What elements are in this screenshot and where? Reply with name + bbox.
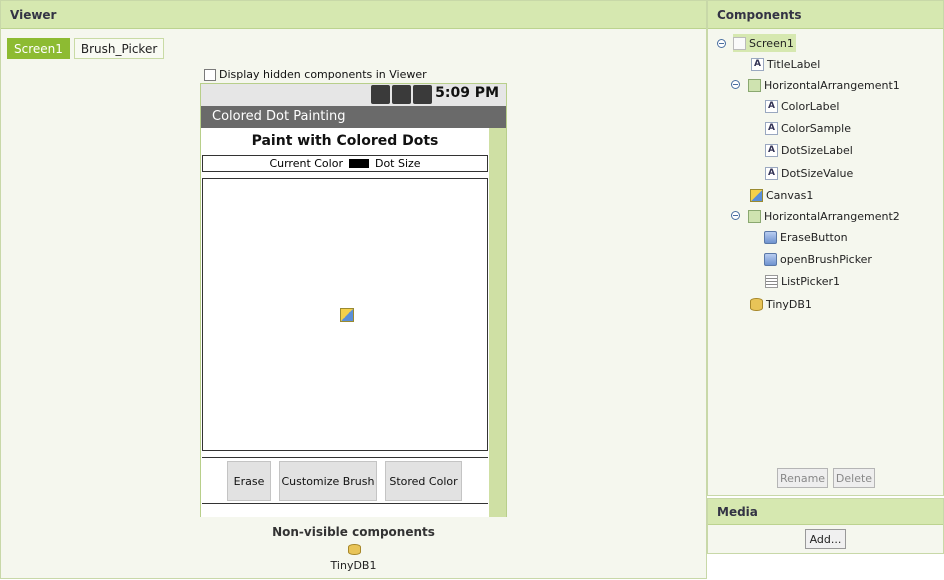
tab-screen1[interactable]: Screen1 xyxy=(7,38,70,59)
label-icon: A xyxy=(765,166,778,180)
tree-label: Screen1 xyxy=(749,36,794,50)
app-title-bar: Colored Dot Painting xyxy=(201,106,506,128)
color-sample[interactable] xyxy=(348,159,369,168)
tree-node-dotsizelabel[interactable]: A DotSizeLabel xyxy=(765,141,853,159)
screen-icon xyxy=(733,36,746,50)
erase-button[interactable]: Erase xyxy=(227,461,271,501)
status-time: 5:09 PM xyxy=(435,85,499,101)
tree-label: openBrushPicker xyxy=(780,252,872,266)
horizontal-arrangement-2[interactable]: Erase Customize Brush Stored Color xyxy=(202,457,488,504)
collapse-harr2-icon[interactable] xyxy=(731,211,740,220)
tree-label: Canvas1 xyxy=(766,188,814,202)
components-panel: Components xyxy=(707,0,944,496)
label-icon: A xyxy=(765,143,778,157)
canvas-icon xyxy=(750,188,763,202)
canvas-1[interactable] xyxy=(202,178,488,451)
screen-tabs: Screen1 Brush_Picker xyxy=(7,38,165,59)
tree-label: EraseButton xyxy=(780,230,848,244)
media-header: Media xyxy=(708,499,943,525)
tree-label: HorizontalArrangement1 xyxy=(764,78,900,92)
tree-node-horizontalarrangement1[interactable]: HorizontalArrangement1 xyxy=(748,76,900,94)
viewer-header: Viewer xyxy=(1,1,706,29)
tinydb-icon[interactable] xyxy=(348,544,361,555)
collapse-harr1-icon[interactable] xyxy=(731,80,740,89)
tree-node-screen1[interactable]: Screen1 xyxy=(733,34,796,52)
tree-node-openbrushpicker[interactable]: openBrushPicker xyxy=(764,250,872,268)
collapse-screen1-icon[interactable] xyxy=(717,39,726,48)
tree-node-colorlabel[interactable]: A ColorLabel xyxy=(765,97,839,115)
status-icons xyxy=(371,85,432,104)
tree-label: TitleLabel xyxy=(767,57,821,71)
tree-label: ListPicker1 xyxy=(781,274,840,288)
customize-brush-button[interactable]: Customize Brush xyxy=(279,461,377,501)
tree-node-dotsizevalue[interactable]: A DotSizeValue xyxy=(765,164,853,182)
tab-brush-picker[interactable]: Brush_Picker xyxy=(73,38,165,59)
tree-node-colorsample[interactable]: A ColorSample xyxy=(765,119,851,137)
screen-scroll-strip xyxy=(489,128,506,517)
non-visible-tinydb-label[interactable]: TinyDB1 xyxy=(200,559,507,572)
signal-strength-icon xyxy=(392,85,411,104)
status-bar: 5:09 PM xyxy=(201,84,506,106)
screen-body: Paint with Colored Dots Current Color Do… xyxy=(201,128,489,517)
phone-preview: 5:09 PM Colored Dot Painting Paint with … xyxy=(200,83,507,517)
button-icon xyxy=(764,252,777,266)
canvas-icon xyxy=(340,308,354,322)
tree-label: ColorLabel xyxy=(781,99,840,113)
display-hidden-toggle[interactable]: Display hidden components in Viewer xyxy=(204,68,427,81)
non-visible-components-title: Non-visible components xyxy=(272,525,435,539)
tree-node-erasebutton[interactable]: EraseButton xyxy=(764,228,848,246)
dot-size-label[interactable]: Dot Size xyxy=(375,157,421,170)
display-hidden-checkbox[interactable] xyxy=(204,68,216,81)
title-label[interactable]: Paint with Colored Dots xyxy=(201,133,489,149)
tree-node-titlelabel[interactable]: A TitleLabel xyxy=(751,55,820,73)
components-header: Components xyxy=(708,1,943,29)
display-hidden-label: Display hidden components in Viewer xyxy=(219,68,427,81)
listpicker-icon xyxy=(765,274,778,288)
tree-label: DotSizeValue xyxy=(781,166,854,180)
battery-icon xyxy=(413,85,432,104)
tree-label: HorizontalArrangement2 xyxy=(764,209,900,223)
label-icon: A xyxy=(765,121,778,135)
label-icon: A xyxy=(751,57,764,71)
tree-node-tinydb1[interactable]: TinyDB1 xyxy=(750,295,812,313)
color-label[interactable]: Current Color xyxy=(269,157,343,170)
horizontal-arrangement-1[interactable]: Current Color Dot Size xyxy=(202,155,488,172)
tree-label: TinyDB1 xyxy=(766,297,812,311)
tree-node-canvas1[interactable]: Canvas1 xyxy=(750,186,813,204)
horizontal-arrangement-icon xyxy=(748,78,761,92)
stored-color-button[interactable]: Stored Color xyxy=(385,461,462,501)
delete-button[interactable]: Delete xyxy=(833,468,875,488)
add-media-button[interactable]: Add... xyxy=(805,529,846,549)
label-icon: A xyxy=(765,99,778,113)
tree-node-horizontalarrangement2[interactable]: HorizontalArrangement2 xyxy=(748,207,900,225)
tree-label: ColorSample xyxy=(781,121,851,135)
rename-button[interactable]: Rename xyxy=(777,468,828,488)
data-network-icon xyxy=(371,85,390,104)
horizontal-arrangement-icon xyxy=(748,209,761,223)
tree-label: DotSizeLabel xyxy=(781,143,853,157)
button-icon xyxy=(764,230,777,244)
tree-node-listpicker1[interactable]: ListPicker1 xyxy=(765,272,840,290)
tinydb-icon xyxy=(750,297,763,311)
